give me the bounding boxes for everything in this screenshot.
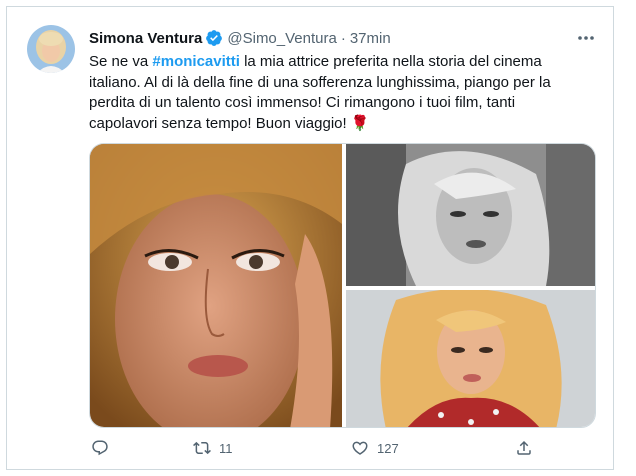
tweet-text-start: Se ne va bbox=[89, 53, 153, 70]
media-photo-2[interactable] bbox=[346, 144, 595, 286]
avatar-image bbox=[27, 25, 75, 73]
separator-dot: · bbox=[340, 29, 346, 47]
media-grid bbox=[89, 143, 596, 428]
timestamp[interactable]: 37min bbox=[350, 30, 391, 47]
retweet-icon bbox=[193, 441, 211, 455]
like-count: 127 bbox=[377, 440, 399, 456]
photo-portrait-red-blouse bbox=[346, 290, 595, 427]
tweet-header: Simona Ventura @Simo_Ventura · 37min bbox=[89, 28, 553, 48]
user-handle[interactable]: @Simo_Ventura bbox=[227, 30, 336, 47]
tweet-text: Se ne va #monicavitti la mia attrice pre… bbox=[89, 52, 559, 134]
reply-button[interactable] bbox=[91, 439, 109, 457]
tweet-card[interactable]: Simona Ventura @Simo_Ventura · 37min Se … bbox=[6, 6, 614, 470]
action-bar: 11 127 bbox=[89, 437, 559, 459]
reply-icon bbox=[92, 440, 108, 456]
retweet-button[interactable]: 11 bbox=[193, 439, 233, 457]
share-button[interactable] bbox=[515, 439, 533, 457]
retweet-count: 11 bbox=[219, 440, 233, 456]
share-icon bbox=[517, 440, 531, 455]
media-photo-3[interactable] bbox=[346, 290, 595, 427]
heart-icon bbox=[352, 441, 368, 455]
hashtag-link[interactable]: #monicavitti bbox=[152, 53, 240, 70]
more-dots-icon bbox=[578, 36, 594, 40]
more-options-button[interactable] bbox=[573, 27, 599, 49]
media-photo-1[interactable] bbox=[90, 144, 342, 427]
avatar[interactable] bbox=[27, 25, 75, 73]
photo-portrait-closeup bbox=[90, 144, 342, 427]
display-name[interactable]: Simona Ventura bbox=[89, 30, 202, 47]
verified-badge-icon bbox=[205, 29, 223, 47]
like-button[interactable]: 127 bbox=[351, 439, 399, 457]
photo-portrait-bw bbox=[346, 144, 595, 286]
